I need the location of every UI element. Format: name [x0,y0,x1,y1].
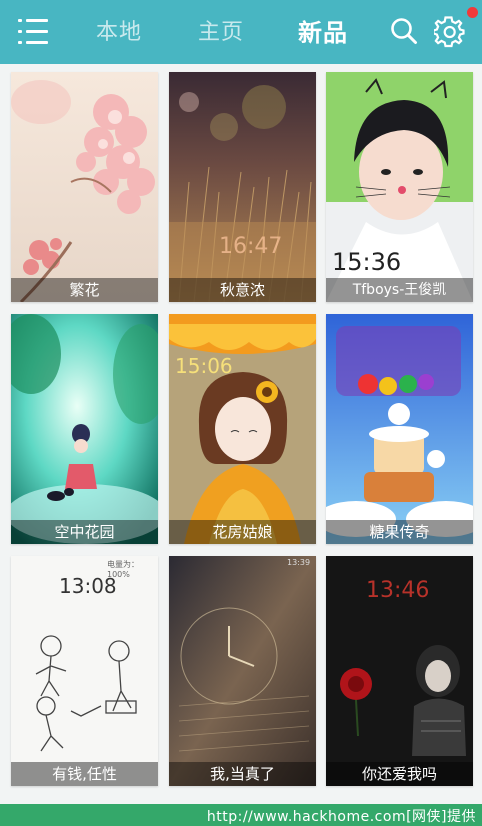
overlay-clock: 15:36 [332,248,402,276]
theme-card[interactable]: 糖果传奇 [326,314,473,544]
search-icon[interactable] [390,17,418,49]
tab-home[interactable]: 主页 [198,14,244,46]
sepia-clock-image [169,556,316,786]
tab-new[interactable]: 新品 [298,13,348,48]
overlay-clock: 16:47 [219,234,283,259]
autumn-grass-image [169,72,316,302]
theme-title: 繁花 [11,278,158,302]
overlay-clock: 13:08 [59,574,117,598]
theme-title: 有钱,任性 [11,762,158,786]
sky-garden-image [11,314,158,544]
cherry-blossom-image [11,72,158,302]
menu-icon[interactable] [18,18,48,46]
theme-card[interactable]: 15:06 花房姑娘 [169,314,316,544]
overlay-clock: 15:06 [175,354,233,378]
theme-grid: 繁花 16:47 秋意浓 15:36 Tfboys-王俊凯 空中花园 15:06… [0,64,482,804]
notification-dot [467,7,478,18]
theme-card[interactable]: 15:36 Tfboys-王俊凯 [326,72,473,302]
overlay-clock: 13:46 [366,578,430,603]
theme-title: 糖果传奇 [326,520,473,544]
theme-title: 我,当真了 [169,762,316,786]
theme-title: 你还爱我吗 [326,762,473,786]
flower-girl-image [169,314,316,544]
candy-legend-image [326,314,473,544]
footer-banner: http://www.hackhome.com[网侠]提供 [0,804,482,826]
theme-card[interactable]: 繁花 [11,72,158,302]
footer-text: http://www.hackhome.com[网侠]提供 [206,809,476,825]
theme-card[interactable]: 电量为：100% 13:08 有钱,任性 [11,556,158,786]
theme-card[interactable]: 13:46 你还爱我吗 [326,556,473,786]
theme-card[interactable]: 13:39 我,当真了 [169,556,316,786]
theme-title: 空中花园 [11,520,158,544]
theme-title: 秋意浓 [169,278,316,302]
theme-title: 花房姑娘 [169,520,316,544]
gear-icon[interactable] [432,16,466,52]
theme-card[interactable]: 16:47 秋意浓 [169,72,316,302]
top-navigation-bar: 本地 主页 新品 [0,0,482,64]
tab-local[interactable]: 本地 [96,14,142,46]
theme-card[interactable]: 空中花园 [11,314,158,544]
theme-title: Tfboys-王俊凯 [326,278,473,302]
overlay-status: 13:39 [287,558,311,567]
